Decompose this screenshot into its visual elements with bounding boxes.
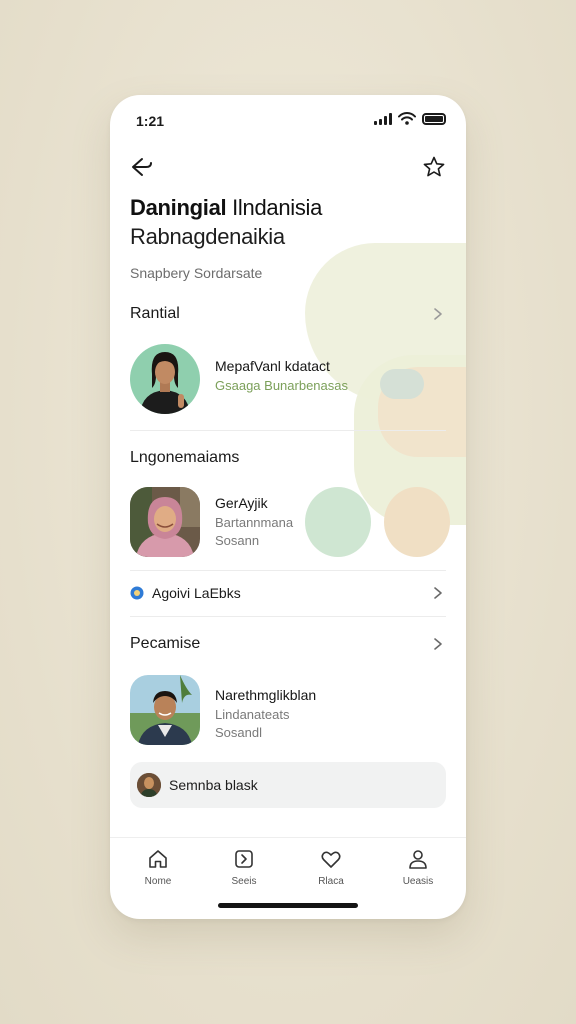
tab-favorites[interactable]: Rlaca <box>301 848 361 892</box>
section-title: Lngonemaiams <box>130 449 240 466</box>
tab-label: Nome <box>144 876 172 887</box>
home-indicator[interactable] <box>218 903 358 908</box>
section-header-1[interactable]: Rantial <box>130 302 446 326</box>
star-icon <box>423 156 445 177</box>
search-pill[interactable]: Semnba blask <box>130 762 446 808</box>
divider <box>130 616 446 617</box>
verified-label: Agoivi LaEbks <box>152 585 241 601</box>
verified-row[interactable]: Agoivi LaEbks <box>130 581 446 605</box>
avatar <box>130 487 200 557</box>
chevron-right-icon <box>430 306 446 322</box>
home-icon <box>149 850 167 868</box>
person-name: Narethmglikblan <box>215 687 317 703</box>
list-item[interactable]: GerAyjik Bartannmana Sosann <box>130 487 446 559</box>
divider <box>130 570 446 571</box>
page-subtitle: Snapbery Sordarsate <box>130 265 263 281</box>
title-line-1: Daningial Ilndanisia <box>130 195 450 221</box>
share-icon <box>235 850 253 868</box>
avatar <box>130 675 200 745</box>
title-bold: Daningial <box>130 195 227 220</box>
chevron-right-icon <box>430 585 446 601</box>
person-name: GerAyjik <box>215 495 268 511</box>
tab-label: Rlaca <box>318 876 344 887</box>
avatar <box>137 773 161 797</box>
pill-label: Semnba blask <box>169 777 258 793</box>
status-bar: 1:21 <box>110 95 466 145</box>
status-time: 1:21 <box>136 113 165 129</box>
back-arrow-icon <box>132 158 152 176</box>
verified-badge-icon <box>130 586 144 600</box>
back-button[interactable] <box>128 153 156 181</box>
person-line-2: Sosann <box>215 533 260 548</box>
page-title: Daningial Ilndanisia Rabnagdenaikia <box>130 195 450 250</box>
section-header-3[interactable]: Pecamise <box>130 632 446 656</box>
verified-left: Agoivi LaEbks <box>130 585 241 601</box>
person-name: MepafVanl kdatact <box>215 358 330 374</box>
user-icon <box>409 850 427 869</box>
status-icons <box>374 112 446 125</box>
title-rest: Ilndanisia <box>226 195 323 220</box>
list-item[interactable]: Narethmglikblan Lindanateats Sosandl <box>130 675 446 747</box>
section-header-2: Lngonemaiams <box>130 446 446 470</box>
section-title: Pecamise <box>130 635 201 652</box>
tab-home[interactable]: Nome <box>128 848 188 892</box>
tab-label: Ueasis <box>402 876 434 887</box>
tab-profile[interactable]: Ueasis <box>388 848 448 892</box>
tab-label: Seeis <box>231 876 257 887</box>
person-line-2: Sosandl <box>215 725 262 740</box>
chevron-right-icon <box>430 636 446 652</box>
title-line-2: Rabnagdenaikia <box>130 224 285 249</box>
divider <box>130 430 446 431</box>
person-detail: Gsaaga Bunarbenasas <box>215 378 348 393</box>
list-item[interactable]: MepafVanl kdatact Gsaaga Bunarbenasas <box>130 344 446 416</box>
favorite-button[interactable] <box>420 153 448 181</box>
tab-share[interactable]: Seeis <box>214 848 274 892</box>
section-title: Rantial <box>130 305 180 322</box>
wifi-icon <box>398 112 416 125</box>
phone-screen: 1:21 Daningial Ilndanisia Rabnagdenaikia… <box>110 95 466 919</box>
top-nav <box>128 153 448 183</box>
battery-icon <box>422 112 446 125</box>
signal-icon <box>374 112 392 125</box>
heart-icon <box>321 851 341 868</box>
person-line-1: Lindanateats <box>215 707 290 722</box>
person-line-1: Bartannmana <box>215 515 294 530</box>
avatar <box>130 344 200 414</box>
